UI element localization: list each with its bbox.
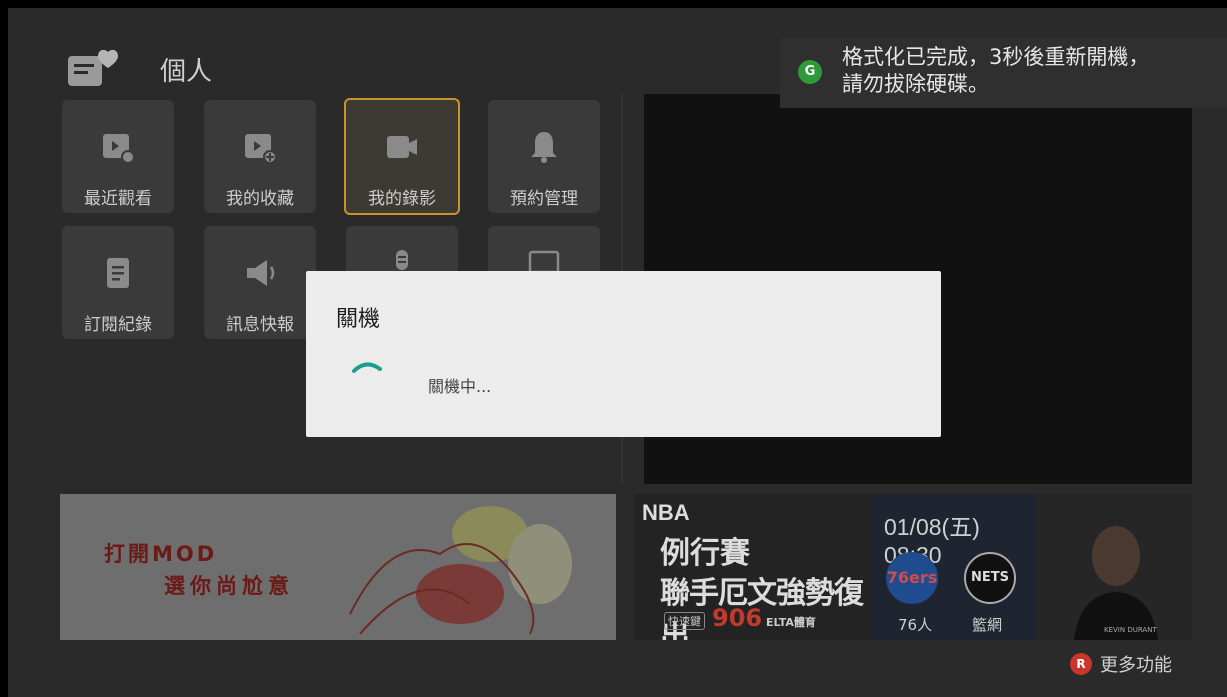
document-icon [107, 258, 129, 288]
nets-logo-icon: NETS [964, 552, 1016, 604]
hotkey-label: 快速鍵 [664, 612, 705, 630]
page-header: 個人 [64, 46, 212, 92]
tile-my-recordings[interactable]: 我的錄影 [344, 98, 460, 215]
loading-spinner-icon [352, 362, 382, 373]
nba-game-banner[interactable]: NBA 例行賽 聯手厄文強勢復出 快速鍵 906 ELTA體育 01/08(五)… [634, 494, 1192, 640]
r-button-icon: R [1070, 653, 1092, 675]
nba-headline-1: 例行賽 [660, 536, 750, 571]
tile-news-flash[interactable]: 訊息快報 [204, 226, 316, 339]
player-caption: KEVIN DURANT [1104, 626, 1157, 634]
tile-label: 我的錄影 [368, 189, 436, 209]
video-camera-icon [387, 136, 417, 158]
tile-label: 訊息快報 [226, 315, 294, 335]
g-badge-icon: G [798, 60, 822, 84]
megaphone-icon [247, 260, 275, 286]
player-panel: KEVIN DURANT [1036, 494, 1192, 640]
tile-recent-views[interactable]: 最近觀看 [62, 100, 174, 213]
more-features-label: 更多功能 [1100, 655, 1172, 676]
channel-logo: ELTA體育 [766, 616, 816, 629]
match-info-panel: 01/08(五) 08:30 76ers NETS 76人 籃網 [872, 494, 1036, 640]
nba-title-panel: NBA 例行賽 聯手厄文強勢復出 快速鍵 906 ELTA體育 [634, 494, 872, 640]
dialog-title: 關機 [336, 307, 381, 332]
tile-label: 預約管理 [510, 189, 578, 209]
tile-booking-management[interactable]: 預約管理 [488, 100, 600, 213]
dialog-message: 關機中... [428, 377, 492, 396]
bell-icon [531, 132, 557, 163]
tile-subscription-records[interactable]: 訂閱紀錄 [62, 226, 174, 339]
player-photo [1074, 526, 1158, 640]
banner-line-2: 選你尚尬意 [164, 574, 294, 598]
tile-my-favorites[interactable]: 我的收藏 [204, 100, 316, 213]
shutdown-dialog: 關機 關機中... [306, 271, 941, 437]
team-2-name: 籃網 [972, 616, 1003, 634]
76ers-logo-icon: 76ers [886, 552, 938, 604]
hotkey-number: 906 [712, 604, 763, 632]
mod-promo-banner[interactable]: 打開MOD 選你尚尬意 [60, 494, 616, 640]
toast-message: 格式化已完成，3秒後重新開機， 請勿拔除硬碟。 [842, 44, 1149, 98]
nba-logo: NBA [642, 500, 690, 525]
tile-label: 訂閱紀錄 [84, 315, 152, 335]
tile-label: 最近觀看 [84, 189, 152, 209]
more-features-hint[interactable]: R 更多功能 [1070, 651, 1172, 677]
team-1-name: 76人 [898, 616, 933, 634]
toast-line-2: 請勿拔除硬碟。 [842, 72, 989, 96]
recent-play-icon [103, 134, 135, 164]
favorite-add-icon [245, 134, 277, 164]
banner-line-1: 打開MOD [104, 542, 218, 566]
format-complete-toast: G 格式化已完成，3秒後重新開機， 請勿拔除硬碟。 [780, 38, 1227, 108]
toast-line-1: 格式化已完成，3秒後重新開機， [842, 45, 1150, 69]
personal-icon [64, 46, 126, 92]
page-title: 個人 [160, 56, 213, 87]
tile-label: 我的收藏 [226, 189, 294, 209]
